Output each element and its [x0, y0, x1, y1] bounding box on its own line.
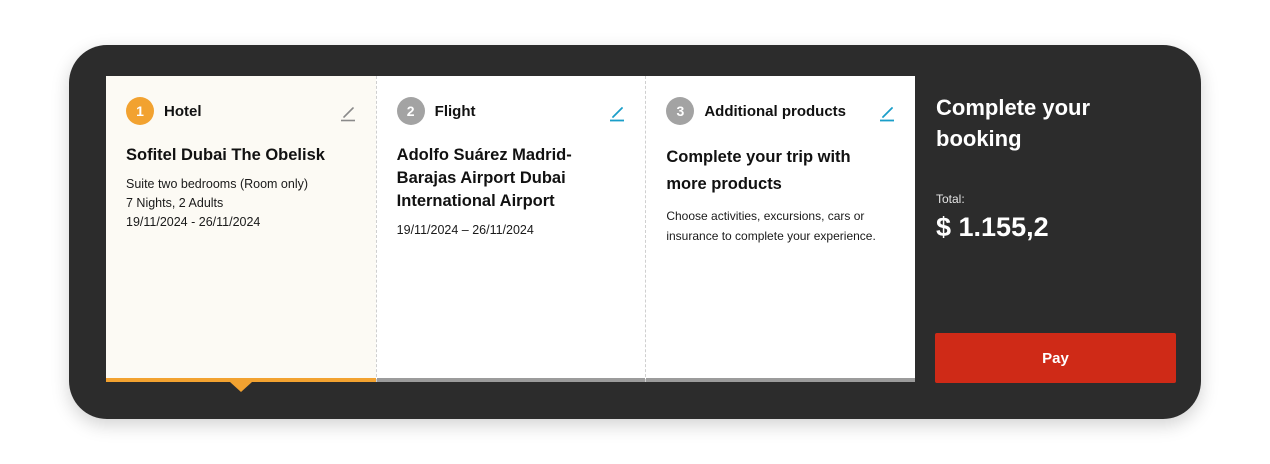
summary-title: Complete your booking: [936, 95, 1091, 151]
step-progress-bar: [376, 378, 646, 382]
step-flight[interactable]: 2 Flight Adolfo Suárez Madrid- Barajas A…: [375, 76, 646, 382]
hotel-dates: 19/11/2024 - 26/11/2024: [126, 215, 261, 229]
pay-button[interactable]: Pay: [935, 333, 1176, 383]
booking-steps: 1 Hotel Sofitel Dubai The Obelisk Suite …: [106, 76, 916, 392]
step-progress-bar: [646, 378, 916, 382]
products-heading: Complete your trip with more products: [666, 148, 851, 193]
hotel-name: Sofitel Dubai The Obelisk: [126, 146, 325, 164]
pencil-icon[interactable]: [340, 104, 356, 122]
step-header: 2 Flight: [396, 96, 626, 126]
total-value: $ 1.155,2: [936, 212, 1049, 242]
nights-guests: 7 Nights, 2 Adults: [126, 196, 224, 210]
step-title: Hotel: [164, 102, 202, 120]
active-step-pointer: [230, 382, 252, 392]
total-label: Total:: [936, 192, 965, 206]
step-number: 2: [396, 97, 425, 125]
hotel-details: Suite two bedrooms (Room only) 7 Nights,…: [126, 175, 356, 232]
booking-summary: Complete your booking Total: $ 1.155,2: [936, 92, 1176, 243]
products-description: Choose activities, excursions, cars or i…: [666, 209, 876, 243]
flight-route: Adolfo Suárez Madrid- Barajas Airport Du…: [396, 146, 572, 210]
pencil-icon[interactable]: [609, 104, 625, 122]
step-additional-products[interactable]: 3 Additional products Complete your trip…: [645, 76, 916, 382]
step-title: Additional products: [704, 102, 847, 120]
step-number: 3: [666, 97, 695, 125]
step-header: 3 Additional products: [666, 96, 895, 126]
flight-details: 19/11/2024 – 26/11/2024: [397, 221, 626, 240]
flight-dates: 19/11/2024 – 26/11/2024: [396, 223, 534, 237]
pencil-icon[interactable]: [879, 104, 895, 122]
step-title: Flight: [434, 102, 476, 120]
step-header: 1 Hotel: [126, 96, 356, 126]
room-type: Suite two bedrooms (Room only): [126, 177, 309, 191]
step-hotel[interactable]: 1 Hotel Sofitel Dubai The Obelisk Suite …: [106, 76, 376, 392]
step-number: 1: [126, 97, 154, 125]
